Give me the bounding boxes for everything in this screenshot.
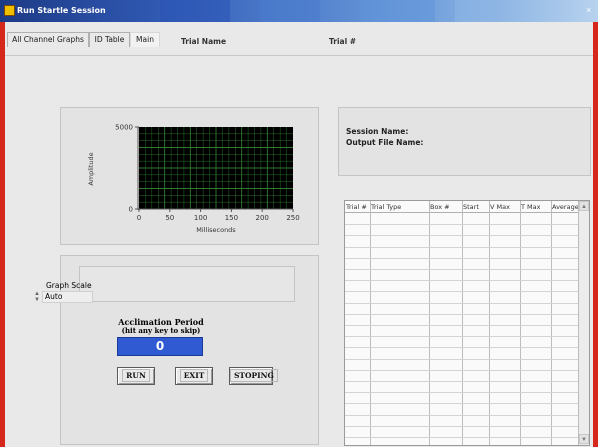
table-row[interactable] <box>345 224 578 226</box>
trial-number-label: Trial # <box>329 37 357 46</box>
table-row[interactable] <box>345 358 578 360</box>
column-divider <box>489 201 490 445</box>
tab-divider <box>5 55 593 56</box>
column-divider <box>370 201 371 445</box>
session-name-label: Session Name: <box>346 127 409 136</box>
table-row[interactable] <box>345 302 578 304</box>
table-row[interactable] <box>345 381 578 382</box>
column-divider <box>462 201 463 445</box>
trial-name-label: Trial Name <box>181 37 227 46</box>
table-header: Trial # Trial Type Box # Start V Max T Max Ave… <box>345 201 589 213</box>
graph-scale-select[interactable]: Auto <box>42 291 93 303</box>
table-row[interactable] <box>345 369 578 371</box>
table-row[interactable] <box>345 437 578 438</box>
app-icon <box>4 5 15 16</box>
table-row[interactable] <box>345 336 578 338</box>
table-row[interactable] <box>345 257 578 259</box>
table-row[interactable] <box>345 347 578 349</box>
table-row[interactable] <box>345 392 578 394</box>
table-row[interactable] <box>345 291 578 293</box>
graph-scale-box <box>79 266 295 302</box>
column-header: T Max <box>521 203 541 211</box>
scroll-down-icon[interactable]: ▼ <box>579 434 589 444</box>
acclimation-hint: (hit any key to skip) <box>121 326 201 335</box>
x-axis-ticks: 0 50 100 150 200 250 <box>137 209 300 222</box>
x-tick-label: 50 <box>165 214 174 222</box>
table-row[interactable] <box>345 313 578 315</box>
x-tick-label: 200 <box>256 214 269 222</box>
trial-table[interactable]: Trial # Trial Type Box # Start V Max T Max Ave… <box>344 200 590 446</box>
x-tick-label: 0 <box>137 214 141 222</box>
tab-all-channel-graphs[interactable]: All Channel Graphs <box>7 32 89 47</box>
graph-panel: 0 50 100 150 200 250 5000 0 Amplitude Millisec… <box>60 107 319 245</box>
close-icon[interactable]: × <box>586 6 591 15</box>
amplitude-chart: 0 50 100 150 200 250 5000 0 Amplitude Millisec… <box>87 124 300 235</box>
table-scrollbar[interactable]: ▲ ▼ <box>578 201 589 445</box>
table-row[interactable] <box>345 325 578 326</box>
table-row[interactable] <box>345 269 578 270</box>
window-title: Run Startle Session <box>17 6 106 15</box>
y-tick-label: 0 <box>129 206 133 214</box>
table-row[interactable] <box>345 414 578 416</box>
y-axis-title: Amplitude <box>87 152 95 185</box>
y-axis-ticks: 5000 0 <box>115 124 139 214</box>
x-tick-label: 150 <box>225 214 238 222</box>
up-down-arrows-icon[interactable]: ▲ ▼ <box>33 291 41 303</box>
column-divider <box>551 201 552 445</box>
table-row[interactable] <box>345 235 578 237</box>
x-tick-label: 250 <box>286 214 299 222</box>
table-row[interactable] <box>345 280 578 282</box>
tab-id-table[interactable]: ID Table <box>89 32 130 47</box>
x-tick-label: 100 <box>194 214 207 222</box>
column-header: Trial Type <box>371 203 402 211</box>
exit-button-label: EXIT <box>179 369 209 382</box>
column-header: Average <box>552 203 578 211</box>
table-row[interactable] <box>345 403 578 405</box>
stoping-button-label: STOPING <box>230 369 278 382</box>
output-file-name-label: Output File Name: <box>346 138 424 147</box>
column-header: Trial # <box>346 203 367 211</box>
table-row[interactable] <box>345 425 578 427</box>
table-row[interactable] <box>345 246 578 248</box>
y-tick-label: 5000 <box>115 124 133 132</box>
x-axis-title: Milliseconds <box>196 226 236 234</box>
graph-scale-label: Graph Scale <box>46 281 92 290</box>
stoping-button[interactable]: STOPING <box>229 367 278 385</box>
column-header: Start <box>463 203 479 211</box>
column-header: Box # <box>430 203 450 211</box>
column-header: V Max <box>490 203 510 211</box>
scroll-up-icon[interactable]: ▲ <box>579 201 589 211</box>
window-titlebar: Run Startle Session × <box>0 0 598 22</box>
run-button-label: RUN <box>122 369 150 382</box>
column-divider <box>520 201 521 445</box>
window-client-area: All Channel Graphs ID Table Main Trial N… <box>5 22 593 447</box>
tab-main[interactable]: Main <box>130 32 160 47</box>
acclimation-counter: 0 <box>117 337 203 356</box>
run-button[interactable]: RUN <box>117 367 155 385</box>
session-info-panel: Session Name: Output File Name: <box>338 107 591 176</box>
column-divider <box>429 201 430 445</box>
exit-button[interactable]: EXIT <box>175 367 213 385</box>
